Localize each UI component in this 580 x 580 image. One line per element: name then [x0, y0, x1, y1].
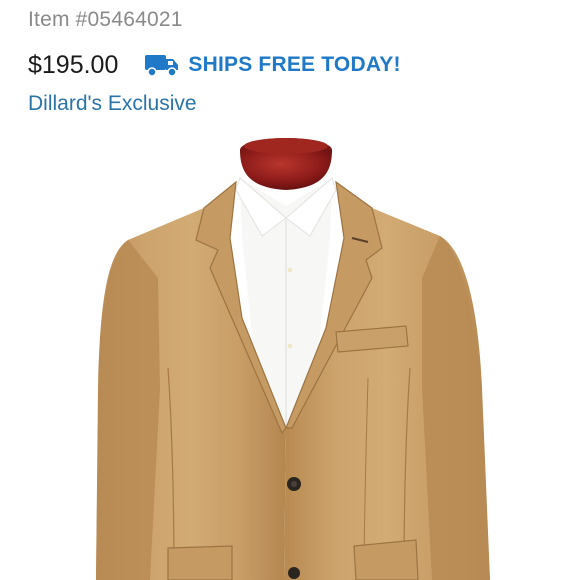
ships-free-label: SHIPS FREE TODAY!	[188, 53, 401, 76]
shipping-badge: SHIPS FREE TODAY!	[144, 52, 400, 78]
price-row: $195.00 SHIPS FREE TODAY!	[28, 48, 401, 82]
mannequin-neck	[240, 138, 332, 190]
truck-icon	[145, 55, 179, 77]
dillards-exclusive-link[interactable]: Dillard's Exclusive	[28, 92, 197, 116]
price: $195.00	[28, 50, 119, 79]
product-image[interactable]	[0, 128, 580, 580]
item-number: Item #05464021	[28, 8, 183, 31]
